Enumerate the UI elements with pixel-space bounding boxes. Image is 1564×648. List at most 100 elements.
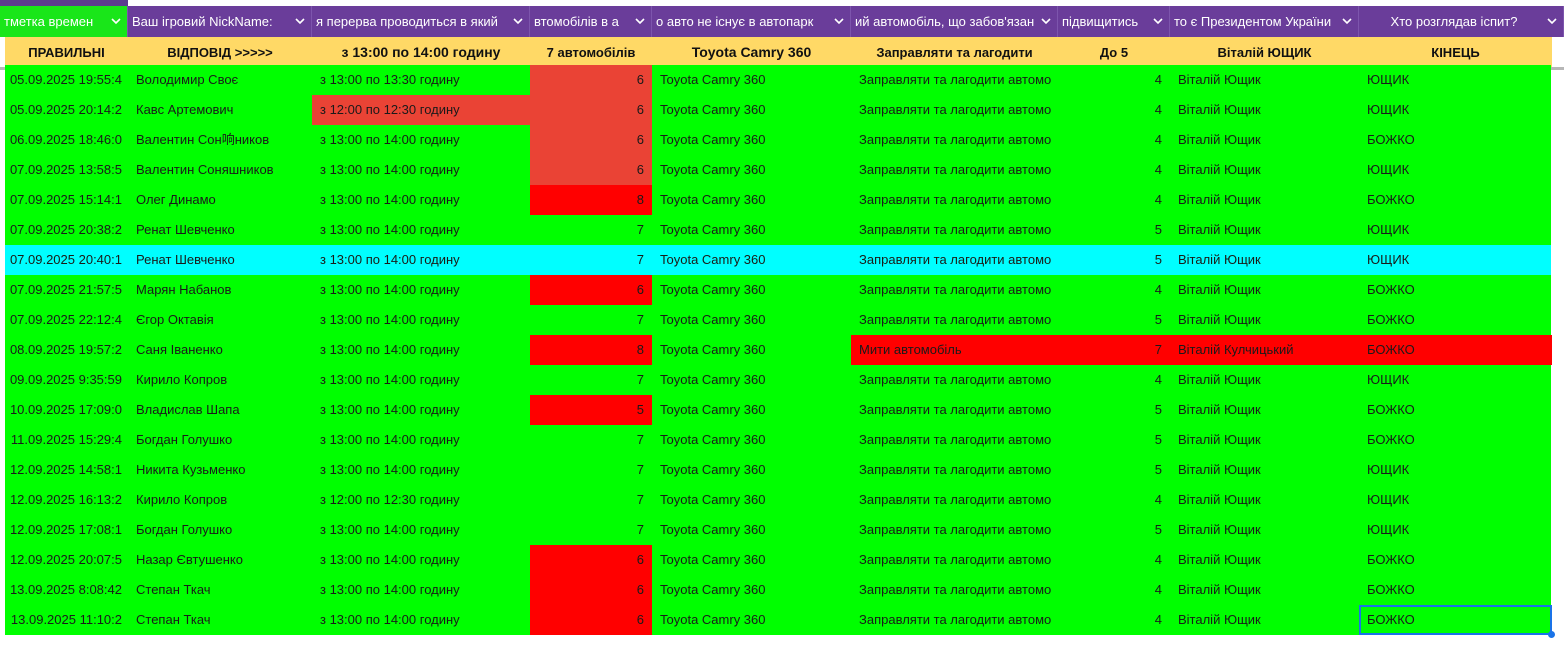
table-cell-nick[interactable]: Валентин Соняшников bbox=[128, 155, 312, 185]
table-cell-break[interactable]: з 13:00 по 14:00 годину bbox=[312, 155, 530, 185]
answer-cell-7[interactable]: До 5 bbox=[1058, 37, 1170, 67]
table-cell-break[interactable]: з 13:00 по 14:00 годину bbox=[312, 245, 530, 275]
table-cell-nick[interactable]: Кирило Копров bbox=[128, 365, 312, 395]
table-row[interactable]: 12.09.2025 16:13:2 Кирило Копров з 12:00 п… bbox=[5, 485, 1551, 515]
table-cell-count[interactable]: 7 bbox=[530, 245, 652, 275]
table-cell-president[interactable]: Віталій Ющик bbox=[1170, 455, 1359, 485]
table-row[interactable]: 12.09.2025 17:08:1 Богдан Голушко з 13:00 … bbox=[5, 515, 1551, 545]
table-cell-count[interactable]: 8 bbox=[530, 185, 652, 215]
column-header-4[interactable]: втомобілів в а bbox=[530, 6, 652, 37]
table-cell-duty[interactable]: Заправляти та лагодити автомо bbox=[851, 275, 1058, 305]
answer-cell-4[interactable]: 7 автомобілів bbox=[530, 37, 652, 67]
table-cell-duty[interactable]: Заправляти та лагодити автомо bbox=[851, 425, 1058, 455]
table-cell-president[interactable]: Віталій Ющик bbox=[1170, 215, 1359, 245]
table-cell-president[interactable]: Віталій Ющик bbox=[1170, 485, 1359, 515]
table-cell-level[interactable]: 5 bbox=[1058, 245, 1170, 275]
answer-cell-3[interactable]: з 13:00 по 14:00 годину bbox=[312, 37, 530, 67]
table-cell-break[interactable]: з 13:00 по 14:00 годину bbox=[312, 575, 530, 605]
table-cell-duty[interactable]: Заправляти та лагодити автомо bbox=[851, 245, 1058, 275]
table-cell-count[interactable]: 7 bbox=[530, 305, 652, 335]
table-cell-ts[interactable]: 07.09.2025 20:40:1 bbox=[5, 245, 128, 275]
table-cell-duty[interactable]: Заправляти та лагодити автомо bbox=[851, 125, 1058, 155]
table-cell-president[interactable]: Віталій Ющик bbox=[1170, 515, 1359, 545]
table-cell-president[interactable]: Віталій Ющик bbox=[1170, 395, 1359, 425]
table-row[interactable]: 08.09.2025 19:57:2 Саня Іваненко з 13:00 п… bbox=[5, 335, 1552, 365]
table-cell-break[interactable]: з 13:00 по 14:00 годину bbox=[312, 125, 530, 155]
column-header-5[interactable]: о авто не існує в автопарк bbox=[652, 6, 851, 37]
table-row[interactable]: 07.09.2025 20:38:2 Ренат Шевченко з 13:00 … bbox=[5, 215, 1551, 245]
chevron-down-icon[interactable] bbox=[832, 18, 846, 25]
table-cell-level[interactable]: 4 bbox=[1058, 485, 1170, 515]
table-cell-nick[interactable]: Никита Кузьменко bbox=[128, 455, 312, 485]
table-cell-break[interactable]: з 13:00 по 13:30 годину bbox=[312, 65, 530, 95]
table-cell-ts[interactable]: 07.09.2025 22:12:4 bbox=[5, 305, 128, 335]
table-cell-car[interactable]: Toyota Camry 360 bbox=[652, 365, 851, 395]
chevron-down-icon[interactable] bbox=[633, 18, 647, 25]
table-row[interactable]: 07.09.2025 15:14:1 Олег Динамо з 13:00 по … bbox=[5, 185, 1551, 215]
table-cell-president[interactable]: Віталій Ющик bbox=[1170, 605, 1359, 635]
table-row[interactable]: 05.09.2025 19:55:4 Володимир Своє з 13:00 … bbox=[5, 65, 1551, 95]
table-cell-duty[interactable]: Заправляти та лагодити автомо bbox=[851, 95, 1058, 125]
table-cell-count[interactable]: 6 bbox=[530, 65, 652, 95]
table-cell-level[interactable]: 4 bbox=[1058, 65, 1170, 95]
table-row[interactable]: 10.09.2025 17:09:0 Владислав Шапа з 13:00 … bbox=[5, 395, 1551, 425]
table-cell-count[interactable]: 7 bbox=[530, 515, 652, 545]
answer-cell-2[interactable]: ВІДПОВІД >>>>> bbox=[128, 37, 312, 67]
table-cell-level[interactable]: 4 bbox=[1058, 545, 1170, 575]
table-cell-break[interactable]: з 13:00 по 14:00 годину bbox=[312, 515, 530, 545]
table-cell-count[interactable]: 6 bbox=[530, 95, 652, 125]
table-cell-car[interactable]: Toyota Camry 360 bbox=[652, 155, 851, 185]
table-cell-nick[interactable]: Ренат Шевченко bbox=[128, 245, 312, 275]
column-header-2[interactable]: Ваш ігровий NickName: bbox=[128, 6, 312, 37]
table-cell-ts[interactable]: 13.09.2025 11:10:2 bbox=[5, 605, 128, 635]
table-cell-car[interactable]: Toyota Camry 360 bbox=[652, 125, 851, 155]
table-cell-duty[interactable]: Заправляти та лагодити автомо bbox=[851, 185, 1058, 215]
table-cell-level[interactable]: 4 bbox=[1058, 185, 1170, 215]
table-cell-break[interactable]: з 13:00 по 14:00 годину bbox=[312, 605, 530, 635]
table-cell-examiner[interactable]: БОЖКО bbox=[1359, 335, 1552, 365]
table-cell-nick[interactable]: Назар Євтушенко bbox=[128, 545, 312, 575]
table-cell-break[interactable]: з 13:00 по 14:00 годину bbox=[312, 275, 530, 305]
table-cell-level[interactable]: 4 bbox=[1058, 155, 1170, 185]
table-cell-president[interactable]: Віталій Ющик bbox=[1170, 365, 1359, 395]
table-cell-nick[interactable]: Олег Динамо bbox=[128, 185, 312, 215]
table-cell-president[interactable]: Віталій Ющик bbox=[1170, 305, 1359, 335]
table-row[interactable]: 07.09.2025 21:57:5 Марян Набанов з 13:00 п… bbox=[5, 275, 1551, 305]
table-cell-break[interactable]: з 13:00 по 14:00 годину bbox=[312, 305, 530, 335]
table-row[interactable]: 11.09.2025 15:29:4 Богдан Голушко з 13:00 … bbox=[5, 425, 1551, 455]
table-cell-duty[interactable]: Заправляти та лагодити автомо bbox=[851, 455, 1058, 485]
table-cell-car[interactable]: Toyota Camry 360 bbox=[652, 65, 851, 95]
table-cell-president[interactable]: Віталій Ющик bbox=[1170, 425, 1359, 455]
chevron-down-icon[interactable] bbox=[1545, 18, 1559, 25]
table-cell-ts[interactable]: 12.09.2025 17:08:1 bbox=[5, 515, 128, 545]
table-cell-examiner[interactable]: БОЖКО bbox=[1359, 545, 1552, 575]
table-cell-count[interactable]: 8 bbox=[530, 335, 652, 365]
table-cell-count[interactable]: 7 bbox=[530, 455, 652, 485]
table-cell-duty[interactable]: Заправляти та лагодити автомо bbox=[851, 545, 1058, 575]
table-cell-nick[interactable]: Степан Ткач bbox=[128, 605, 312, 635]
table-cell-car[interactable]: Toyota Camry 360 bbox=[652, 605, 851, 635]
table-cell-president[interactable]: Віталій Ющик bbox=[1170, 245, 1359, 275]
table-cell-examiner[interactable]: ЮЩИК bbox=[1359, 155, 1552, 185]
table-cell-break[interactable]: з 12:00 по 12:30 годину bbox=[312, 95, 530, 125]
table-cell-break[interactable]: з 13:00 по 14:00 годину bbox=[312, 215, 530, 245]
table-cell-nick[interactable]: Степан Ткач bbox=[128, 575, 312, 605]
table-cell-level[interactable]: 5 bbox=[1058, 215, 1170, 245]
table-cell-nick[interactable]: Ренат Шевченко bbox=[128, 215, 312, 245]
table-cell-break[interactable]: з 13:00 по 14:00 годину bbox=[312, 335, 530, 365]
table-cell-level[interactable]: 5 bbox=[1058, 395, 1170, 425]
table-cell-break[interactable]: з 13:00 по 14:00 годину bbox=[312, 545, 530, 575]
table-cell-president[interactable]: Віталій Ющик bbox=[1170, 65, 1359, 95]
table-cell-break[interactable]: з 13:00 по 14:00 годину bbox=[312, 185, 530, 215]
table-cell-nick[interactable]: Богдан Голушко bbox=[128, 425, 312, 455]
table-cell-level[interactable]: 5 bbox=[1058, 425, 1170, 455]
table-cell-ts[interactable]: 06.09.2025 18:46:0 bbox=[5, 125, 128, 155]
table-cell-count[interactable]: 6 bbox=[530, 275, 652, 305]
table-cell-duty[interactable]: Заправляти та лагодити автомо bbox=[851, 395, 1058, 425]
table-cell-president[interactable]: Віталій Ющик bbox=[1170, 275, 1359, 305]
table-row[interactable]: 07.09.2025 20:40:1 Ренат Шевченко з 13:00 … bbox=[5, 245, 1551, 275]
chevron-down-icon[interactable] bbox=[511, 18, 525, 25]
table-cell-examiner[interactable]: ЮЩИК bbox=[1359, 455, 1552, 485]
table-row[interactable]: 13.09.2025 8:08:42 Степан Ткач з 13:00 по … bbox=[5, 575, 1551, 605]
table-cell-president[interactable]: Віталій Ющик bbox=[1170, 545, 1359, 575]
